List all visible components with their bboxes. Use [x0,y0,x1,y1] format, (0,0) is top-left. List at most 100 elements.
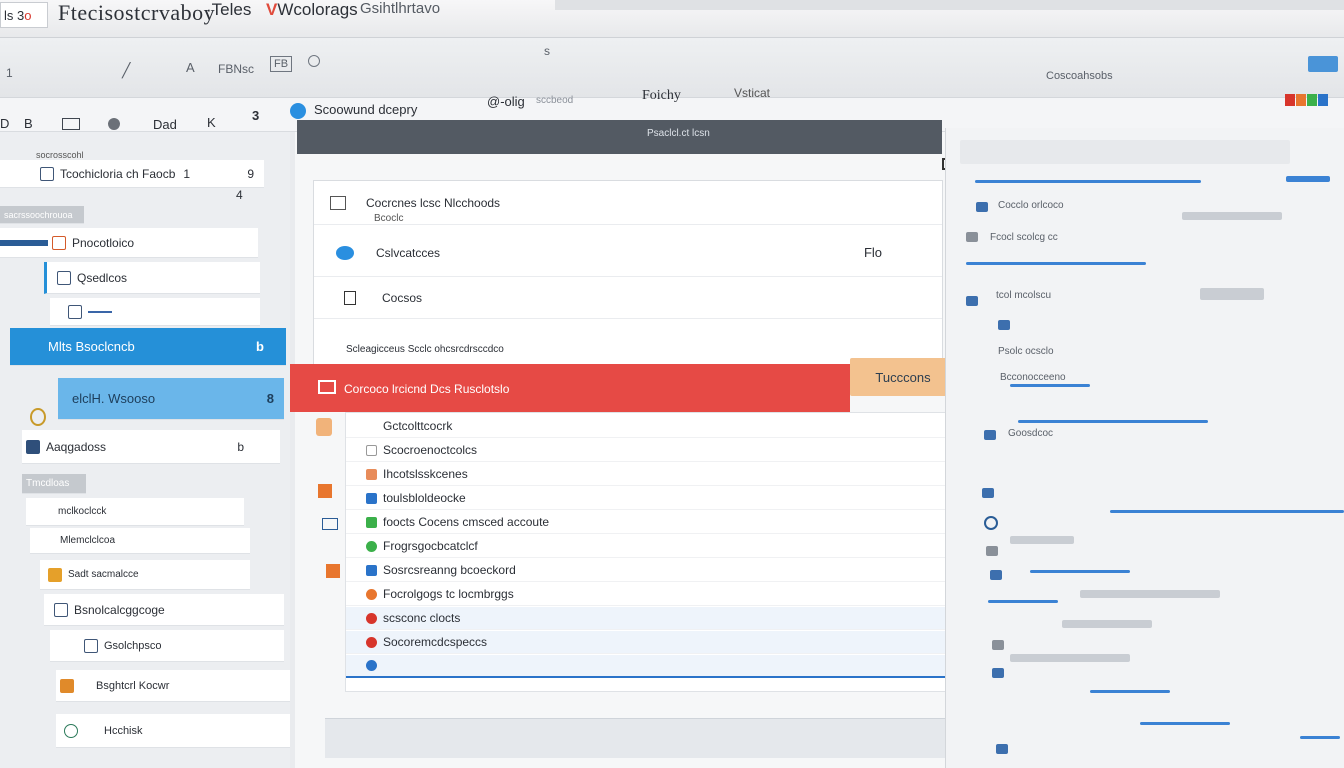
nav-item-5[interactable]: 3 [252,108,259,123]
right-row-label[interactable]: Bcconocceeno [1000,372,1066,383]
sidebar-tag[interactable]: Tmcdloas [22,474,86,494]
right-row-label[interactable]: Goosdcoc [1008,428,1053,439]
right-toggle[interactable] [1286,176,1330,182]
toolbar-icon-a[interactable]: 1 [6,66,13,80]
sidebar-item-label: Qsedlcos [77,270,128,285]
badge-icon [30,408,46,426]
sidebar-header: socrosscohl [36,150,84,160]
sidebar-item-selected[interactable]: Mlts Bsoclcncb b [10,328,286,366]
sidebar-item-label: Aaqgadoss [46,439,107,454]
list-item-selected[interactable]: scsconc clocts [346,607,959,630]
printer-icon [330,195,346,210]
nav-item-3[interactable]: Dad [153,117,177,132]
toolbar-label-box[interactable]: FBNsc [218,62,254,76]
card-side-label: Flo [863,245,882,260]
list-item[interactable]: Ihcotslsskcenes [346,463,959,486]
brand-name[interactable]: Scoowund dcepry [314,102,417,117]
list-item[interactable]: Frogrsgocbcatclcf [346,535,959,558]
sidebar-item-3[interactable]: Pnocotloico [0,228,258,258]
folder-icon [40,166,54,181]
list-item-label: Scocroenoctcolcs [383,443,478,457]
right-progress-9 [1140,722,1230,725]
user-icon [57,270,71,285]
document-icon [52,235,66,250]
nav-item-4[interactable]: K [207,115,216,130]
sidebar-item-11[interactable]: Bsnolcalcggcoge [44,594,284,626]
sidebar-item-12[interactable]: Gsolchpsco [50,630,284,662]
card-row-title[interactable]: Cocrcnes lcsc Nlcchoods [314,181,942,225]
sidebar-item-4[interactable]: Qsedlcos [44,262,260,294]
sidebar-item-highlight[interactable]: elclH. Wsooso 8 [58,378,284,420]
list-item[interactable]: foocts Cocens cmsced accoute [346,511,959,534]
toolbar-box-button[interactable]: FB [270,56,293,72]
sidebar-item-8[interactable]: mclkoclcck [26,498,244,526]
globe-icon [64,723,78,738]
swatch-green [1307,94,1317,106]
card-title: Cocrcnes lcsc Nlcchoods [366,195,501,210]
toolbar-right-label[interactable]: Coscoahsobs [1046,70,1113,82]
sidebar-item-label: sacrssoochrouoa [4,209,73,220]
sidebar-item-label: Sadt sacmalcce [68,569,139,580]
sidebar-item-1[interactable]: Tcochicloria ch Faocb 1 9 [0,160,264,188]
card-row-2[interactable]: Cslvcatcces Flo [314,229,942,277]
right-progress-1 [975,180,1201,183]
right-progress-6 [1030,570,1130,573]
sidebar-item-9[interactable]: Mlemclclcoa [30,528,250,554]
toolbar-center-icon[interactable]: ѕ [544,44,550,58]
verified-label[interactable]: Vsticat [734,86,770,100]
right-row-label[interactable]: Fcocl scolcg cc [990,232,1058,243]
nav-card-icon[interactable] [62,118,80,130]
nav-item-1[interactable]: D [0,116,9,131]
right-progress-7 [988,600,1058,603]
window-title: Ftecisostcrvaboy [58,0,216,25]
action-button[interactable]: Tucccons [850,358,956,396]
star-icon [48,567,62,582]
list-item-label: Gctcolttcocrk [383,419,453,433]
sidebar-item-14[interactable]: Hcchisk [56,714,290,748]
right-bar [1080,590,1220,598]
tab-colorags-prefix: V [266,0,278,19]
list-item-label: foocts Cocens cmsced accoute [383,515,550,529]
nav-item-2[interactable]: B [24,116,33,131]
center-nav-title[interactable]: Foichy [642,88,681,104]
tab-colorags[interactable]: VWcolorags [266,0,358,20]
right-row-label[interactable]: tcol mcolscu [996,290,1051,301]
app-badge[interactable]: ls 3o [0,2,48,28]
right-row-label[interactable]: Cocclo orlcoco [998,200,1064,211]
list-item-input[interactable] [346,655,959,678]
tab-other[interactable]: Gsihtlhrtavo [360,0,440,17]
right-row-label[interactable]: Psolc ocsclo [998,346,1054,357]
sidebar-item-10[interactable]: Sadt sacmalcce [40,560,250,590]
sidebar-item-6[interactable]: Aaqgadoss b [22,430,280,464]
search-field[interactable]: @-olig [487,94,525,109]
right-row-icon [982,488,994,498]
right-chip[interactable] [1200,288,1264,300]
toolbar-action-button[interactable] [1308,56,1338,72]
list-item[interactable]: toulsbloldeocke [346,487,959,510]
list-item[interactable]: Focrolgogs tc locmbrggs [346,583,959,606]
right-row-icon [998,320,1010,330]
list-item[interactable]: Scocroenoctcolcs [346,439,959,462]
sidebar-item-label: Mlemclclcoa [60,535,116,546]
sidebar-item-2[interactable]: sacrssoochrouoa [0,206,84,224]
sidebar-item-13[interactable]: Bsghtcrl Kocwr [56,670,290,702]
right-search-field[interactable] [960,140,1290,164]
right-bar [1062,620,1152,628]
list-item[interactable]: Gctcolttcocrk [346,415,959,438]
grid-icon [26,439,40,454]
list-item[interactable]: Sosrcsreanng bcoeckord [346,559,959,582]
sidebar-subitem[interactable] [50,298,260,326]
nav-circle-icon[interactable] [108,118,120,130]
list-item[interactable]: Socoremcdcspeccs [346,631,959,654]
toolbar-label-a[interactable]: A [186,60,195,75]
right-row-icon [992,640,1004,650]
right-row-icon [966,232,978,242]
box-icon [54,602,68,617]
toolbar-icon-b[interactable]: ╱ [122,62,130,79]
alert-banner[interactable]: Corcoco lrcicnd Dcs Rusclotslo [290,364,850,412]
sidebar-item-side: 8 [266,391,274,406]
tab-teles[interactable]: ·Teles [206,0,251,20]
card-row-3[interactable]: Cocsos [314,277,942,319]
color-swatches[interactable] [1284,94,1328,109]
toolbar-circle-icon[interactable] [308,55,320,67]
